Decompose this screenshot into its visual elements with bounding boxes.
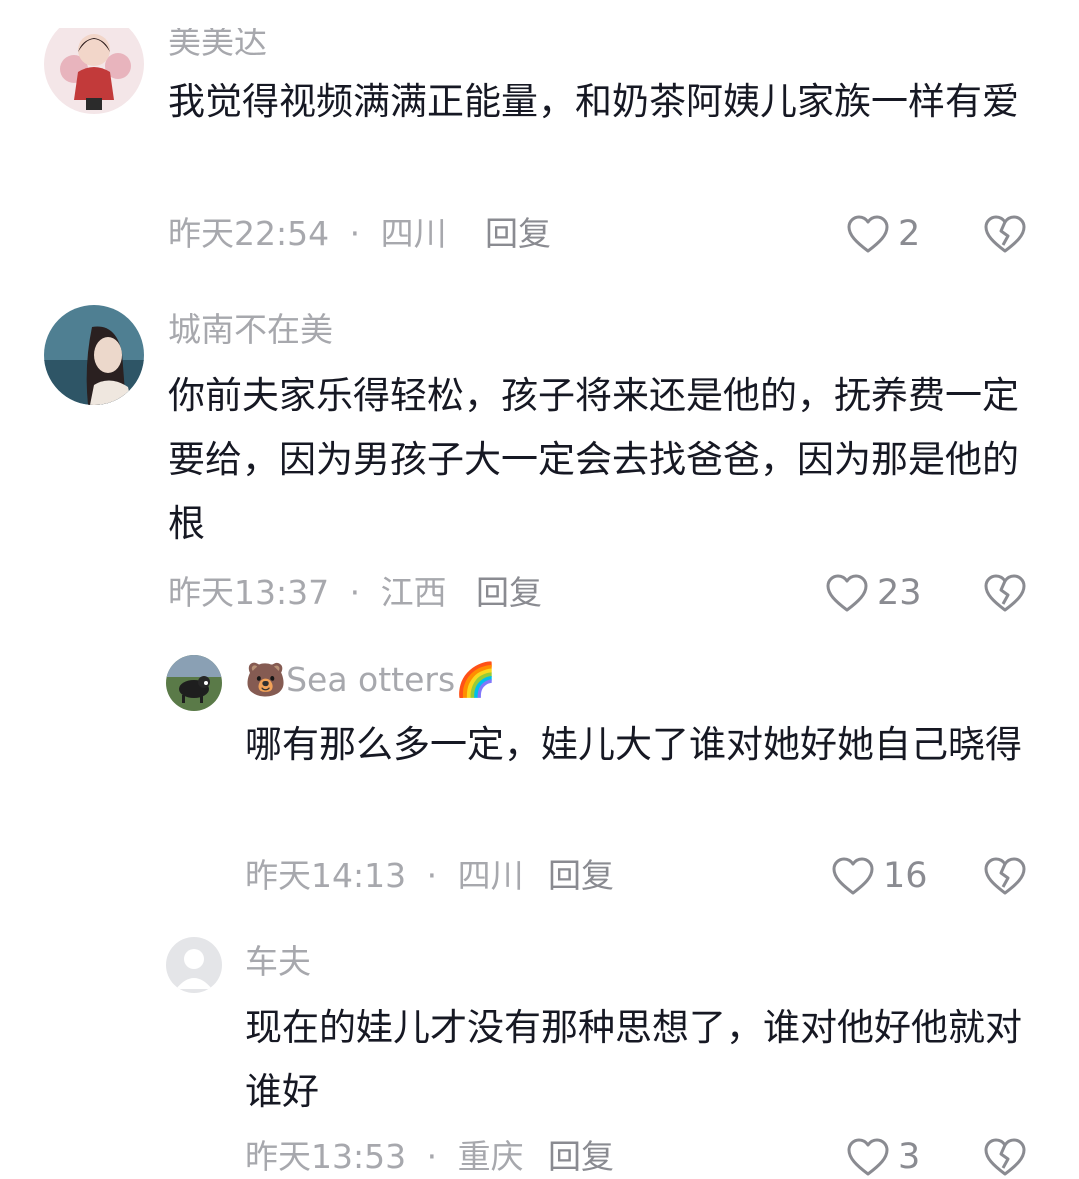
username[interactable]: 🐻Sea otters🌈 bbox=[245, 660, 496, 700]
default-avatar-icon bbox=[166, 937, 222, 993]
comment-location: 江西 bbox=[380, 573, 447, 612]
like-count: 3 bbox=[898, 1137, 921, 1177]
comment-meta: 昨天13:37 · 江西 bbox=[168, 573, 447, 613]
comment-time: 昨天13:53 bbox=[245, 1137, 407, 1176]
comment-time: 昨天22:54 bbox=[168, 214, 330, 253]
dislike-button[interactable] bbox=[983, 572, 1027, 614]
avatar-image bbox=[166, 655, 222, 711]
avatar-image bbox=[44, 305, 144, 405]
scroll-clip bbox=[0, 0, 1079, 28]
like-button[interactable]: 16 bbox=[831, 854, 928, 898]
like-button[interactable]: 3 bbox=[846, 1135, 920, 1179]
like-count: 16 bbox=[883, 856, 928, 896]
username[interactable]: 车夫 bbox=[245, 942, 311, 982]
like-count: 2 bbox=[898, 214, 921, 254]
meta-separator: · bbox=[426, 1137, 438, 1176]
avatar[interactable] bbox=[166, 655, 222, 711]
comment-text: 现在的娃儿才没有那种思想了，谁对他好他就对谁好 bbox=[245, 1006, 1022, 1113]
comment-time: 昨天14:13 bbox=[245, 856, 407, 895]
comment-location: 四川 bbox=[457, 856, 524, 895]
heart-outline-icon bbox=[826, 574, 868, 612]
reply-button[interactable]: 回复 bbox=[548, 1137, 614, 1177]
avatar[interactable] bbox=[166, 937, 222, 993]
comment-text: 哪有那么多一定，娃儿大了谁对她好她自己晓得 bbox=[245, 723, 1022, 766]
avatar[interactable] bbox=[44, 305, 144, 405]
like-count: 23 bbox=[877, 573, 922, 613]
like-button[interactable]: 23 bbox=[825, 571, 922, 615]
comment-meta: 昨天14:13 · 四川 bbox=[245, 856, 524, 896]
meta-separator: · bbox=[349, 573, 361, 612]
heart-outline-icon bbox=[847, 1138, 889, 1176]
comment-meta: 昨天22:54 · 四川 bbox=[168, 214, 447, 254]
heart-outline-icon bbox=[847, 215, 889, 253]
comment-text: 你前夫家乐得轻松，孩子将来还是他的，抚养费一定要给，因为男孩子大一定会去找爸爸，… bbox=[168, 374, 1019, 545]
meta-separator: · bbox=[349, 214, 361, 253]
comment-meta: 昨天13:53 · 重庆 bbox=[245, 1137, 524, 1177]
dislike-button[interactable] bbox=[983, 1136, 1027, 1178]
broken-heart-icon bbox=[984, 574, 1026, 612]
dislike-button[interactable] bbox=[983, 213, 1027, 255]
comment-location: 重庆 bbox=[457, 1137, 524, 1176]
comment-text: 我觉得视频满满正能量，和奶茶阿姨儿家族一样有爱 bbox=[168, 80, 1019, 123]
heart-outline-icon bbox=[832, 857, 874, 895]
avatar-image bbox=[44, 14, 144, 114]
comment-location: 四川 bbox=[380, 214, 447, 253]
like-button[interactable]: 2 bbox=[846, 212, 920, 256]
comment-time: 昨天13:37 bbox=[168, 573, 330, 612]
meta-separator: · bbox=[426, 856, 438, 895]
dislike-button[interactable] bbox=[983, 855, 1027, 897]
reply-button[interactable]: 回复 bbox=[476, 573, 542, 613]
username[interactable]: 美美达 bbox=[168, 22, 267, 62]
broken-heart-icon bbox=[984, 1138, 1026, 1176]
broken-heart-icon bbox=[984, 857, 1026, 895]
avatar[interactable] bbox=[44, 14, 144, 114]
broken-heart-icon bbox=[984, 215, 1026, 253]
reply-button[interactable]: 回复 bbox=[548, 856, 614, 896]
username[interactable]: 城南不在美 bbox=[168, 310, 333, 350]
reply-button[interactable]: 回复 bbox=[485, 214, 551, 254]
